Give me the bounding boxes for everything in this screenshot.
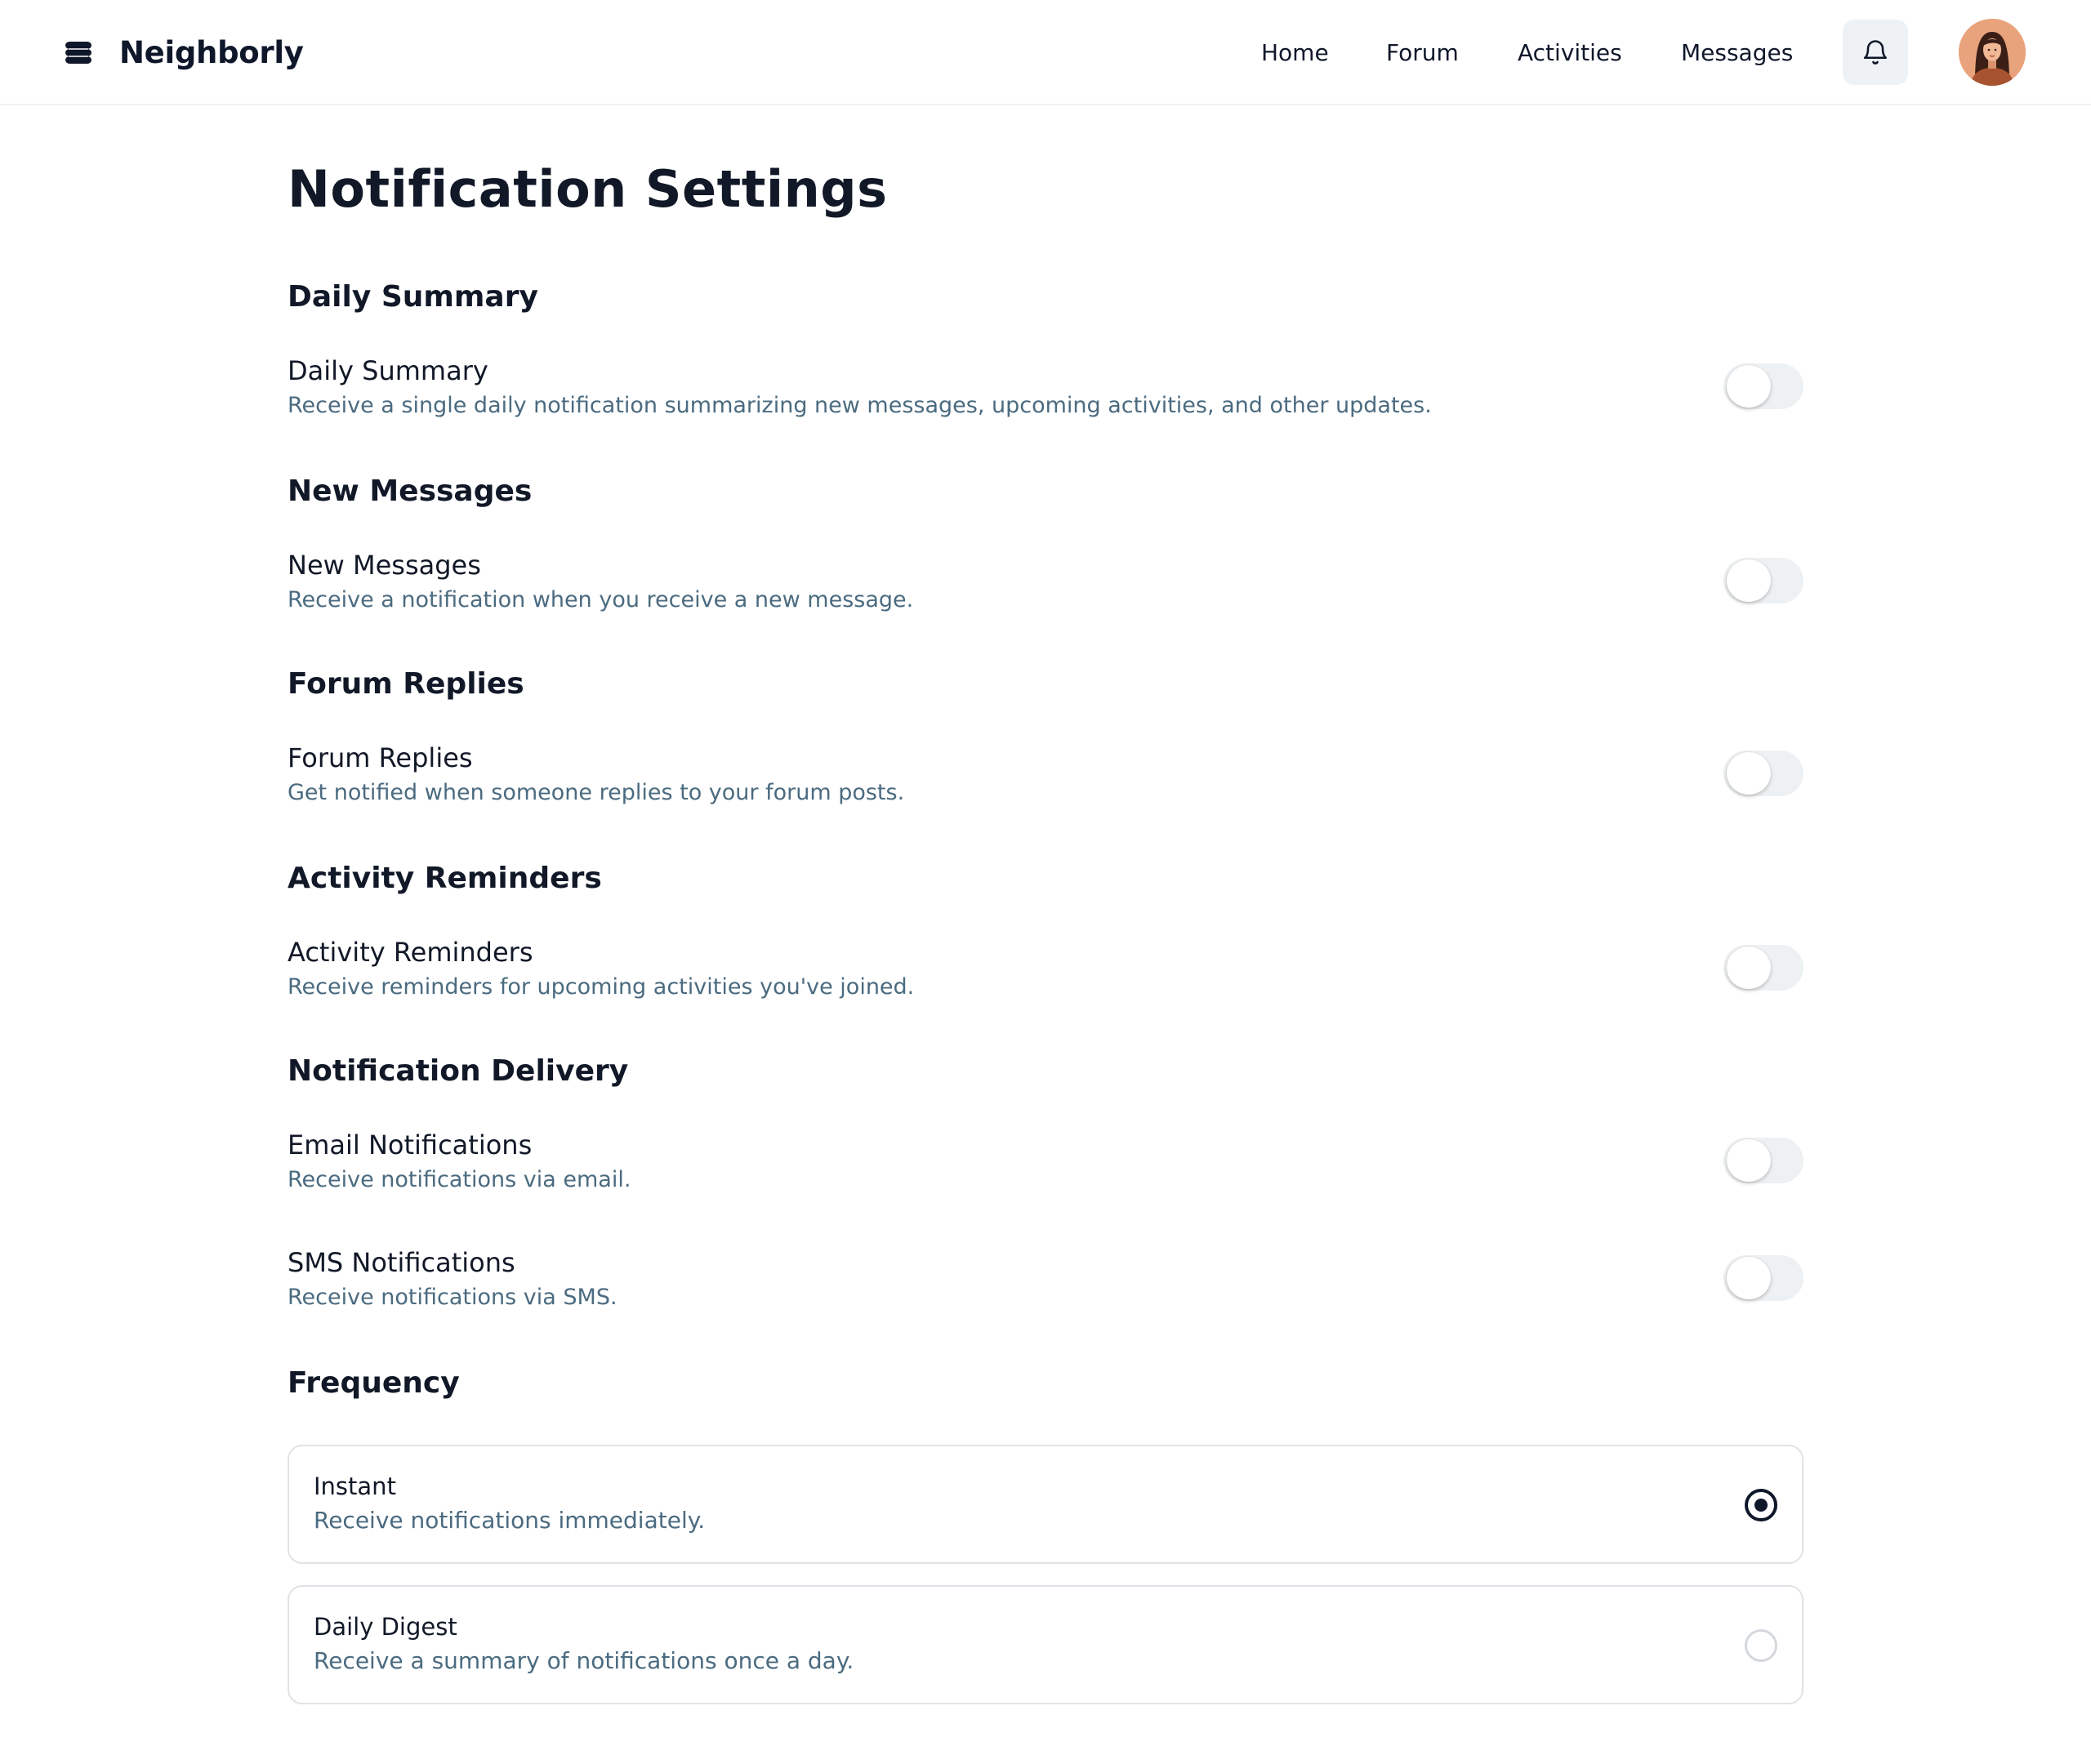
radio-instant[interactable] <box>1745 1489 1777 1521</box>
nav-link-home[interactable]: Home <box>1261 39 1329 66</box>
section-title-new-messages: New Messages <box>288 474 533 508</box>
setting-description: Receive reminders for upcoming activitie… <box>288 974 915 1000</box>
toggle-knob <box>1727 1139 1771 1182</box>
setting-description: Receive a single daily notification summ… <box>288 393 1432 418</box>
option-description: Receive notifications immediately. <box>314 1507 706 1534</box>
setting-row-activity-reminders: Activity Reminders Receive reminders for… <box>288 937 1803 1015</box>
bell-icon <box>1863 40 1888 65</box>
setting-label: New Messages <box>288 550 481 581</box>
avatar-portrait-icon <box>1959 19 2026 86</box>
daily-summary-toggle[interactable] <box>1723 363 1803 409</box>
email-notifications-toggle[interactable] <box>1723 1138 1803 1183</box>
toggle-knob <box>1727 559 1771 602</box>
stack-logo-icon <box>65 42 91 64</box>
radio-daily-digest[interactable] <box>1745 1629 1777 1662</box>
nav-link-messages[interactable]: Messages <box>1681 39 1793 66</box>
option-label: Instant <box>314 1472 396 1500</box>
new-messages-toggle[interactable] <box>1723 558 1803 604</box>
toggle-knob <box>1727 365 1771 408</box>
activity-reminders-toggle[interactable] <box>1723 945 1803 991</box>
toggle-knob <box>1727 752 1771 795</box>
option-description: Receive a summary of notifications once … <box>314 1647 854 1674</box>
toggle-knob <box>1727 947 1771 989</box>
section-title-notification-delivery: Notification Delivery <box>288 1054 629 1088</box>
setting-row-forum-replies: Forum Replies Get notified when someone … <box>288 742 1803 821</box>
section-title-frequency: Frequency <box>288 1366 460 1400</box>
user-avatar[interactable] <box>1959 19 2026 86</box>
setting-label: Activity Reminders <box>288 937 533 968</box>
frequency-option-instant[interactable]: Instant Receive notifications immediatel… <box>288 1445 1803 1564</box>
toggle-knob <box>1727 1257 1771 1299</box>
setting-label: Email Notifications <box>288 1129 533 1160</box>
frequency-option-daily-digest[interactable]: Daily Digest Receive a summary of notifi… <box>288 1585 1803 1704</box>
option-label: Daily Digest <box>314 1613 457 1641</box>
setting-row-sms-notifications: SMS Notifications Receive notifications … <box>288 1247 1803 1325</box>
setting-label: Forum Replies <box>288 742 473 773</box>
setting-description: Receive notifications via SMS. <box>288 1285 617 1310</box>
brand[interactable]: Neighborly <box>65 31 304 74</box>
setting-row-new-messages: New Messages Receive a notification when… <box>288 550 1803 628</box>
sms-notifications-toggle[interactable] <box>1723 1255 1803 1301</box>
app-name: Neighborly <box>119 34 304 70</box>
setting-description: Get notified when someone replies to you… <box>288 780 905 805</box>
section-title-forum-replies: Forum Replies <box>288 667 524 701</box>
top-navigation-bar: Neighborly Home Forum Activities Message… <box>0 0 2091 105</box>
nav-item-forum[interactable]: Forum <box>1386 31 1459 74</box>
setting-description: Receive a notification when you receive … <box>288 587 914 612</box>
nav-item-home[interactable]: Home <box>1261 31 1329 74</box>
radio-dot <box>1754 1499 1768 1512</box>
setting-label: SMS Notifications <box>288 1247 515 1278</box>
nav-item-activities[interactable]: Activities <box>1518 31 1622 74</box>
section-title-activity-reminders: Activity Reminders <box>288 862 602 895</box>
setting-row-daily-summary: Daily Summary Receive a single daily not… <box>288 355 1803 434</box>
setting-description: Receive notifications via email. <box>288 1167 631 1192</box>
nav-item-messages[interactable]: Messages <box>1681 31 1793 74</box>
nav-link-activities[interactable]: Activities <box>1518 39 1622 66</box>
forum-replies-toggle[interactable] <box>1723 751 1803 796</box>
nav-link-forum[interactable]: Forum <box>1386 39 1459 66</box>
section-title-daily-summary: Daily Summary <box>288 280 538 314</box>
setting-row-email-notifications: Email Notifications Receive notification… <box>288 1129 1803 1208</box>
setting-label: Daily Summary <box>288 355 488 386</box>
page-title: Notification Settings <box>288 159 888 219</box>
notifications-button[interactable] <box>1843 20 1908 85</box>
